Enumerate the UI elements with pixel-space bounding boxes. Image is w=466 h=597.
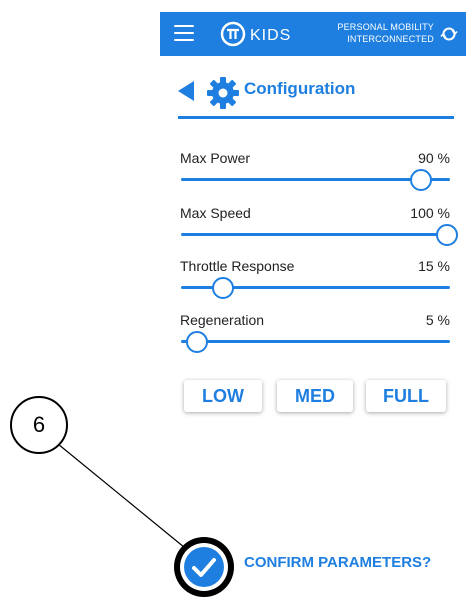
callout-number-badge: 6 — [10, 396, 68, 454]
callout-leader-line — [57, 443, 191, 553]
confirm-parameters-label[interactable]: CONFIRM PARAMETERS? — [244, 554, 431, 571]
checkmark-icon — [184, 547, 224, 587]
confirm-button[interactable] — [174, 537, 234, 597]
